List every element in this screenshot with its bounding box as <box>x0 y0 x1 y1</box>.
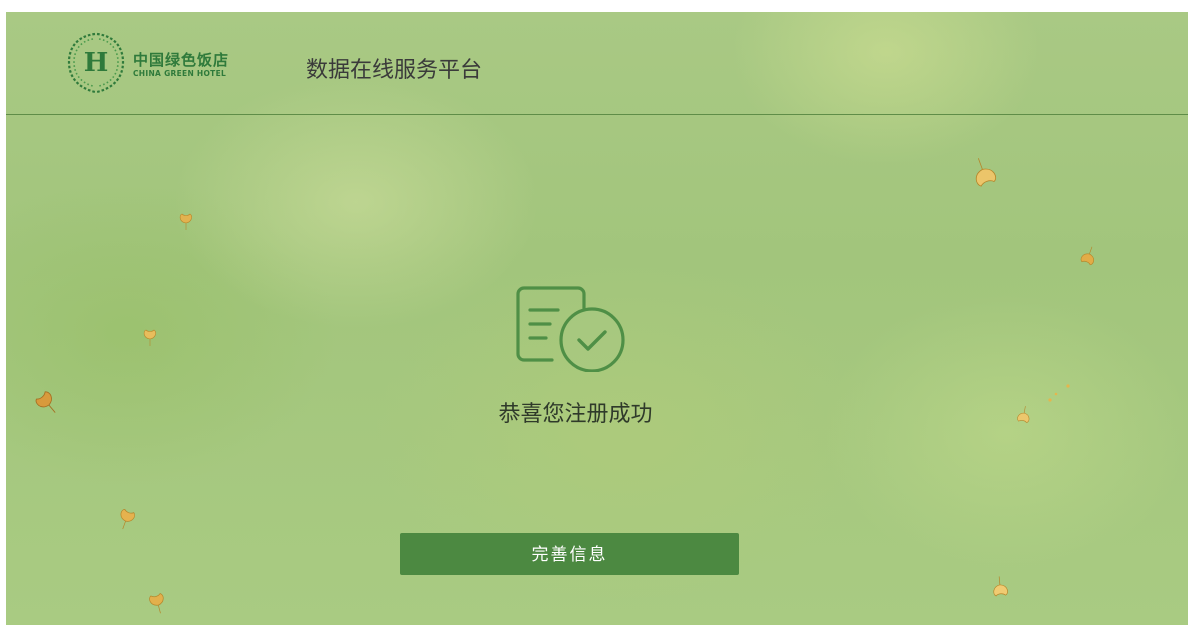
wreath-emblem-icon: H <box>67 32 125 94</box>
ginkgo-leaf-decoration <box>149 593 164 614</box>
ginkgo-leaf-decoration <box>1017 406 1030 423</box>
ginkgo-leaf-decoration <box>1080 246 1094 266</box>
logo-name-en: CHINA GREEN HOTEL <box>133 69 227 78</box>
ginkgo-leaf-decoration <box>120 508 135 530</box>
ginkgo-leaf-decoration <box>143 329 156 346</box>
page-title: 数据在线服务平台 <box>306 58 483 83</box>
china-green-hotel-logo[interactable]: H 中国绿色饭店 CHINA GREEN HOTEL <box>63 28 263 98</box>
ginkgo-leaf-decoration <box>993 576 1008 597</box>
ginkgo-leaf-decoration <box>35 391 56 413</box>
page-frame: H 中国绿色饭店 CHINA GREEN HOTEL 数据在线服务平台 恭喜您注… <box>6 12 1188 625</box>
registration-success-message: 恭喜您注册成功 <box>498 402 653 427</box>
logo-name-cn: 中国绿色饭店 <box>133 51 230 69</box>
ginkgo-leaf-decoration <box>1048 384 1070 402</box>
logo-letter: H <box>84 48 109 78</box>
ginkgo-leaf-decoration <box>179 213 192 230</box>
top-header: H 中国绿色饭店 CHINA GREEN HOTEL 数据在线服务平台 <box>6 12 1188 115</box>
document-check-icon <box>516 286 625 372</box>
complete-info-button[interactable]: 完善信息 <box>400 533 739 575</box>
ginkgo-leaf-decoration <box>975 158 997 187</box>
